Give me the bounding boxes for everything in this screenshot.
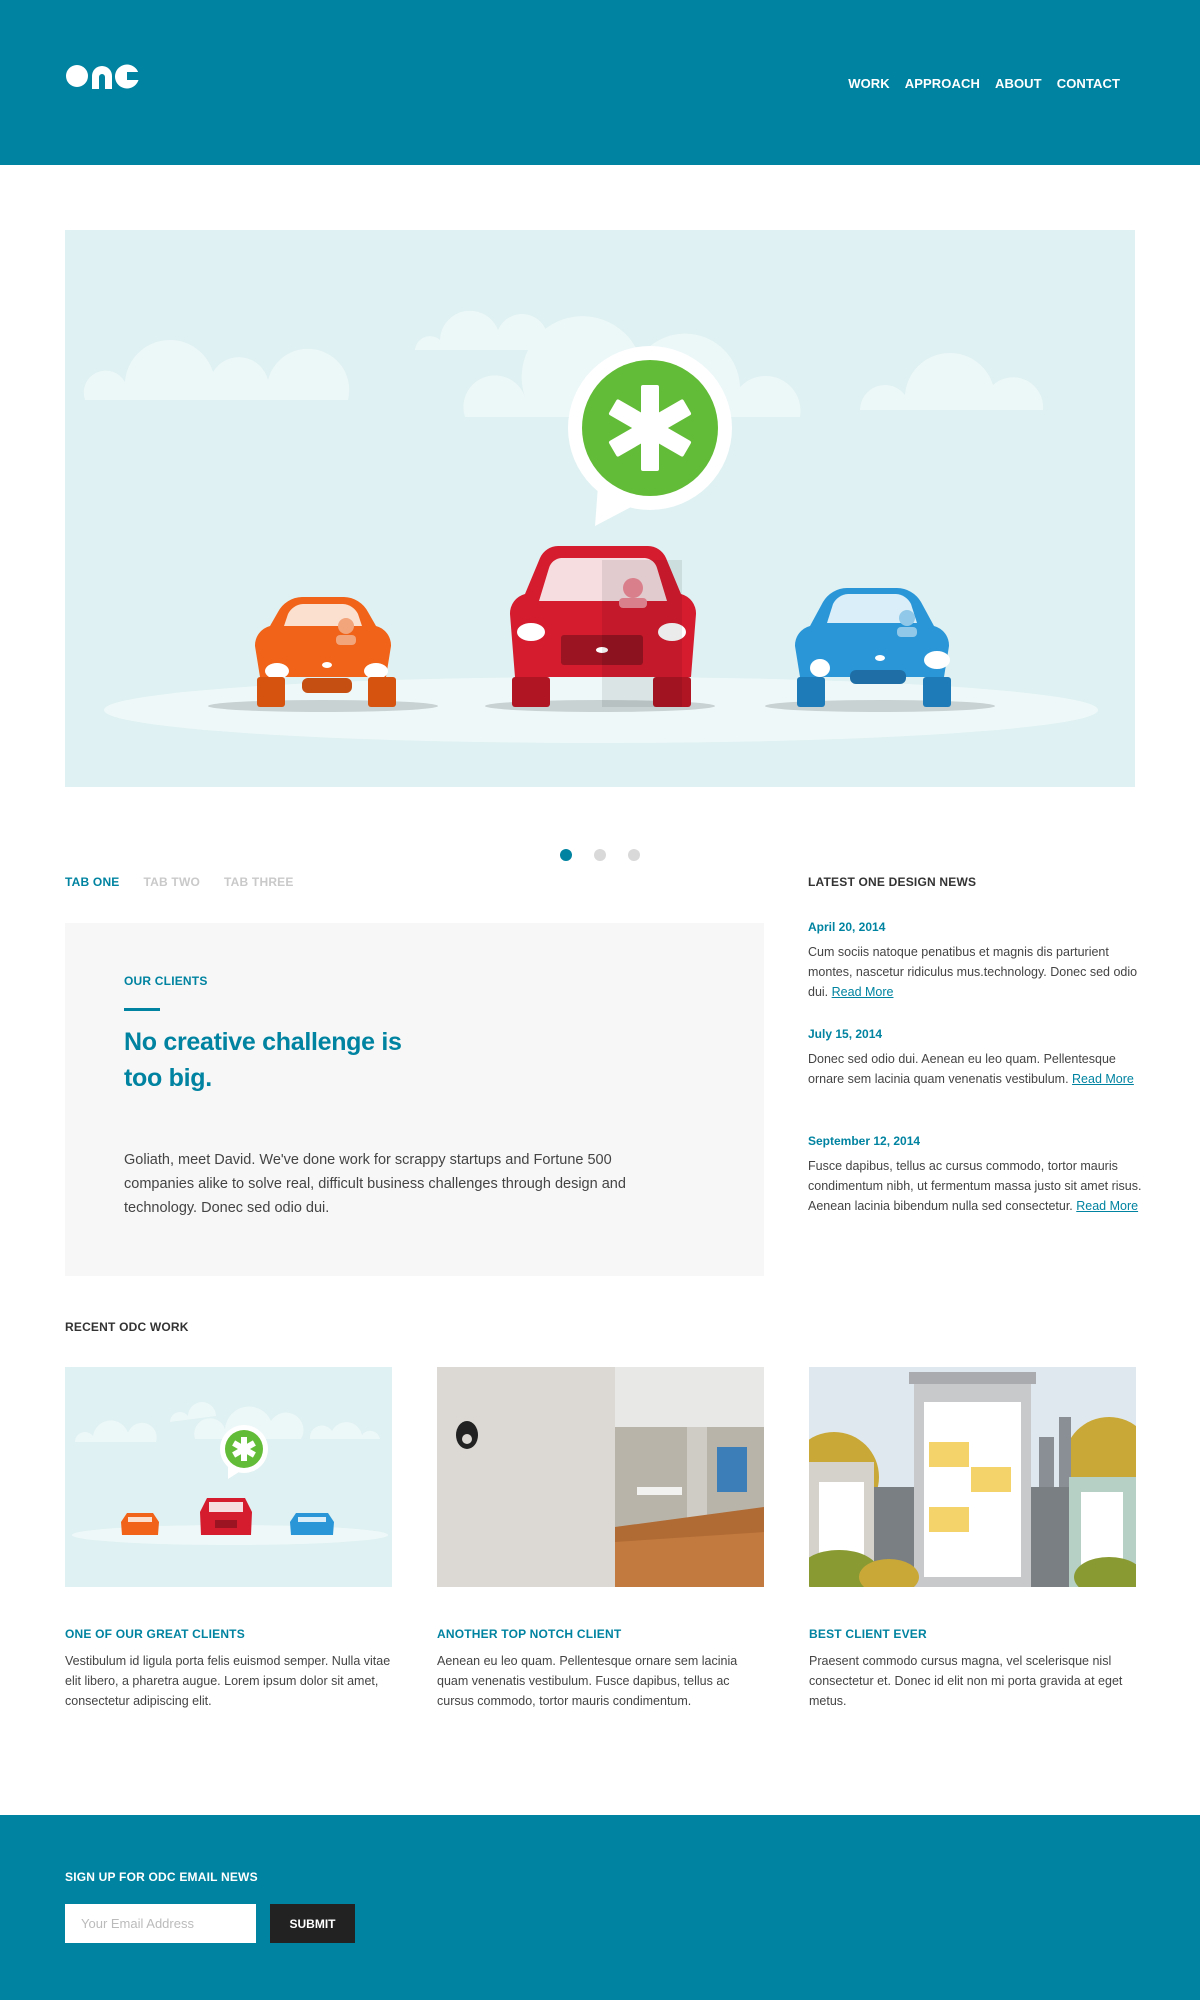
building-illustration-thumbnail: [809, 1367, 1136, 1587]
slider-dot-1[interactable]: [560, 849, 572, 861]
nav-about[interactable]: ABOUT: [995, 76, 1042, 91]
nav-contact[interactable]: CONTACT: [1057, 76, 1120, 91]
news-title: LATEST ONE DESIGN NEWS: [808, 875, 977, 889]
cars-illustration: [83, 310, 1098, 743]
work-thumb-building[interactable]: [809, 1367, 1136, 1587]
news-item: April 20, 2014 Cum sociis natoque penati…: [808, 920, 1143, 1002]
email-input[interactable]: [65, 1904, 256, 1943]
work-card: BEST CLIENT EVER Praesent commodo cursus…: [809, 1367, 1136, 1711]
one-logo-icon[interactable]: [64, 61, 144, 91]
clients-eyebrow: OUR CLIENTS: [124, 974, 208, 988]
slider-dots: [560, 849, 640, 861]
tab-one[interactable]: TAB ONE: [65, 875, 120, 889]
work-title[interactable]: BEST CLIENT EVER: [809, 1627, 1136, 1641]
news-text: Donec sed odio dui. Aenean eu leo quam. …: [808, 1049, 1143, 1089]
news-date: July 15, 2014: [808, 1027, 883, 1041]
slider-dot-2[interactable]: [594, 849, 606, 861]
clients-body: Goliath, meet David. We've done work for…: [124, 1152, 626, 1216]
work-card: ONE OF OUR GREAT CLIENTS Vestibulum id l…: [65, 1367, 392, 1711]
work-title[interactable]: ONE OF OUR GREAT CLIENTS: [65, 1627, 392, 1641]
recent-work-title: RECENT ODC WORK: [65, 1320, 189, 1334]
site-header: WORK APPROACH ABOUT CONTACT: [0, 0, 1200, 165]
read-more-link[interactable]: Read More: [1076, 1199, 1138, 1213]
work-card: ANOTHER TOP NOTCH CLIENT Aenean eu leo q…: [437, 1367, 764, 1711]
work-text: Aenean eu leo quam. Pellentesque ornare …: [437, 1654, 738, 1708]
tab-two[interactable]: TAB TWO: [144, 875, 201, 889]
content-tabs: TAB ONE TAB TWO TAB THREE: [65, 875, 294, 889]
news-item: September 12, 2014 Fusce dapibus, tellus…: [808, 1134, 1143, 1216]
newsletter-title: SIGN UP FOR ODC EMAIL NEWS: [65, 1870, 258, 1884]
submit-button[interactable]: SUBMIT: [270, 1904, 355, 1943]
news-text-body: Donec sed odio dui. Aenean eu leo quam. …: [808, 1052, 1116, 1086]
read-more-link[interactable]: Read More: [1072, 1072, 1134, 1086]
tab-three[interactable]: TAB THREE: [224, 875, 294, 889]
hero-slide[interactable]: [65, 230, 1135, 787]
news-section: LATEST ONE DESIGN NEWS April 20, 2014 Cu…: [808, 875, 1143, 1213]
news-date: April 20, 2014: [808, 920, 886, 934]
office-photo-thumbnail: [437, 1367, 764, 1587]
work-text: Vestibulum id ligula porta felis euismod…: [65, 1654, 391, 1708]
nav-approach[interactable]: APPROACH: [905, 76, 980, 91]
clients-panel: OUR CLIENTS No creative challenge is too…: [65, 923, 764, 1276]
work-thumb-office[interactable]: [437, 1367, 764, 1587]
news-text: Cum sociis natoque penatibus et magnis d…: [808, 942, 1143, 1002]
cars-thumbnail: [65, 1367, 392, 1587]
news-date: September 12, 2014: [808, 1134, 921, 1148]
nav-work[interactable]: WORK: [848, 76, 890, 91]
news-text: Fusce dapibus, tellus ac cursus commodo,…: [808, 1156, 1143, 1216]
slider-dot-3[interactable]: [628, 849, 640, 861]
clients-headline: No creative challenge is too big.: [124, 1028, 402, 1092]
news-item: July 15, 2014 Donec sed odio dui. Aenean…: [808, 1027, 1143, 1089]
site-footer: SIGN UP FOR ODC EMAIL NEWS SUBMIT: [0, 1815, 1200, 2000]
work-text: Praesent commodo cursus magna, vel scele…: [809, 1654, 1123, 1708]
work-title[interactable]: ANOTHER TOP NOTCH CLIENT: [437, 1627, 764, 1641]
clients-divider: [124, 1008, 160, 1011]
read-more-link[interactable]: Read More: [832, 985, 894, 999]
work-thumb-cars[interactable]: [65, 1367, 392, 1587]
main-nav: WORK APPROACH ABOUT CONTACT: [833, 76, 1120, 91]
